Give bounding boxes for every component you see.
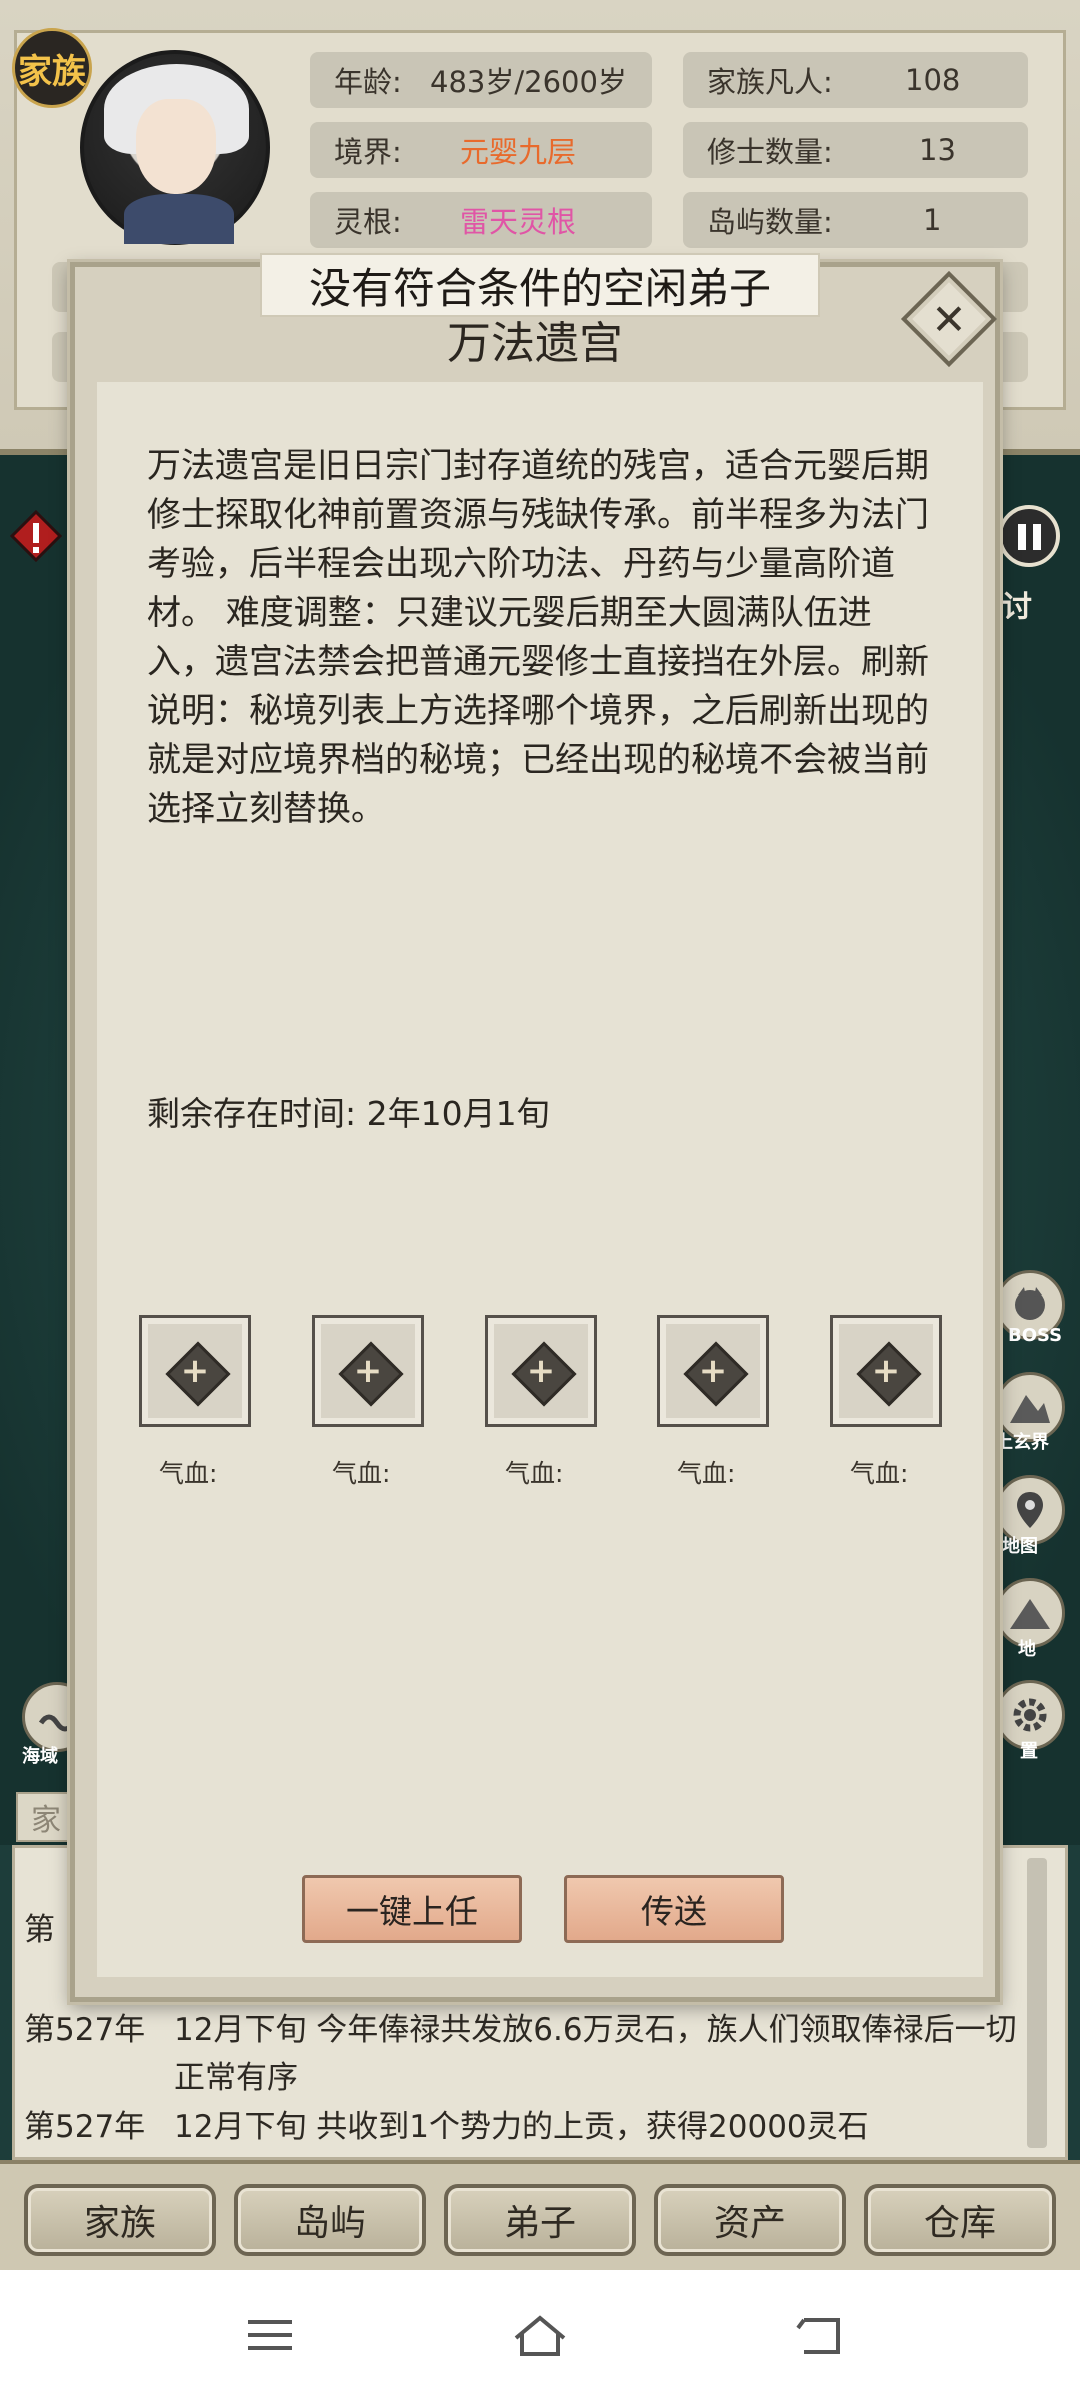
bottom-nav: 家族 岛屿 弟子 资产 仓库: [0, 2160, 1080, 2270]
mountain-icon: [1010, 1395, 1050, 1423]
nav-islands-button[interactable]: 岛屿: [234, 2184, 426, 2256]
mortals-label: 家族凡人:: [707, 65, 833, 99]
side-label-land: 地: [1018, 1639, 1036, 1660]
slot-hp-label: 气血:: [505, 1459, 564, 1488]
home-icon[interactable]: [510, 2310, 570, 2360]
teleport-button[interactable]: 传送: [564, 1875, 784, 1943]
nav-family-button[interactable]: 家族: [24, 2184, 216, 2256]
side-label-settings: 置: [1020, 1741, 1038, 1762]
slot-hp-label: 气血:: [159, 1459, 218, 1488]
disciple-slot[interactable]: +: [312, 1315, 424, 1427]
system-nav-bar: [0, 2270, 1080, 2400]
cultivators-label: 修士数量:: [707, 135, 833, 169]
back-icon[interactable]: [790, 2310, 850, 2360]
nav-warehouse-button[interactable]: 仓库: [864, 2184, 1056, 2256]
age-label: 年龄:: [334, 65, 402, 99]
realm-value: 元婴九层: [460, 135, 577, 169]
gear-icon: [1013, 1698, 1047, 1732]
side-label-sea-text: 海域: [22, 1746, 58, 1767]
clan-badge[interactable]: 家族: [12, 28, 92, 108]
plus-icon: +: [698, 1351, 728, 1391]
disciple-slot[interactable]: +: [830, 1315, 942, 1427]
close-icon: ✕: [931, 294, 967, 344]
realm-description: 万法遗宫是旧日宗门封存道统的残宫，适合元婴后期修士探取化神前置资源与残缺传承。前…: [147, 446, 929, 829]
pause-button[interactable]: [998, 505, 1060, 567]
islands-value: 1: [923, 203, 942, 237]
log-entry-text: 12月下旬 共收到1个势力的上贡，获得20000灵石: [174, 2109, 869, 2145]
log-entry-year: 第527年: [24, 2012, 146, 2048]
avatar-face: [136, 99, 216, 194]
cultivators-value: 13: [919, 133, 956, 167]
slot-hp-label: 气血:: [332, 1459, 391, 1488]
root-label: 灵根:: [334, 205, 402, 239]
map-pin-icon: [1017, 1492, 1043, 1528]
demon-icon: [1015, 1287, 1045, 1320]
realm-stat: 境界: 元婴九层: [310, 122, 652, 178]
secret-realm-modal: 万法遗宫 ✕ 万法遗宫是旧日宗门封存道统的残宫，适合元婴后期修士探取化神前置资源…: [70, 262, 1000, 2002]
root-value: 雷天灵根: [460, 205, 577, 239]
peak-icon: [1010, 1599, 1050, 1629]
warning-icon[interactable]: [8, 508, 64, 564]
menu-icon[interactable]: [240, 2310, 300, 2360]
mortals-stat: 家族凡人: 108: [683, 52, 1028, 108]
assign-all-button[interactable]: 一键上任: [302, 1875, 522, 1943]
remaining-time: 剩余存在时间: 2年10月1旬: [147, 1094, 550, 1133]
log-scrollbar[interactable]: [1027, 1858, 1047, 2148]
log-entry-year: 第527年: [24, 2109, 146, 2145]
modal-body: 万法遗宫是旧日宗门封存道统的残宫，适合元婴后期修士探取化神前置资源与残缺传承。前…: [97, 382, 983, 1977]
age-stat: 年龄: 483岁/2600岁: [310, 52, 652, 108]
plus-icon: +: [526, 1351, 556, 1391]
disciple-slot[interactable]: +: [485, 1315, 597, 1427]
side-label-boss: BOSS: [1008, 1325, 1063, 1346]
islands-stat: 岛屿数量: 1: [683, 192, 1028, 248]
mortals-value: 108: [905, 63, 961, 97]
character-avatar[interactable]: [80, 50, 270, 245]
root-stat: 灵根: 雷天灵根: [310, 192, 652, 248]
plus-icon: +: [180, 1351, 210, 1391]
avatar-robe: [124, 194, 234, 244]
side-label-upper-realm: 上玄界: [995, 1432, 1049, 1453]
toast-message: 没有符合条件的空闲弟子: [260, 253, 820, 317]
age-value: 483岁/2600岁: [430, 65, 627, 99]
islands-label: 岛屿数量:: [707, 205, 833, 239]
side-label-discuss: 讨: [1002, 590, 1032, 625]
nav-assets-button[interactable]: 资产: [654, 2184, 846, 2256]
slot-hp-label: 气血:: [850, 1459, 909, 1488]
realm-label: 境界:: [334, 135, 402, 169]
disciple-slot[interactable]: +: [139, 1315, 251, 1427]
cultivators-stat: 修士数量: 13: [683, 122, 1028, 178]
side-label-map: 地图: [1002, 1536, 1038, 1557]
plus-icon: +: [353, 1351, 383, 1391]
disciple-slot[interactable]: +: [657, 1315, 769, 1427]
slot-hp-label: 气血:: [677, 1459, 736, 1488]
log-partial-year: 第: [24, 1912, 55, 1948]
log-entry-text: 12月下旬 今年俸禄共发放6.6万灵石，族人们领取俸禄后一切正常有序: [174, 2012, 1017, 2096]
plus-icon: +: [871, 1351, 901, 1391]
nav-disciples-button[interactable]: 弟子: [444, 2184, 636, 2256]
family-tab-partial[interactable]: 家: [16, 1792, 76, 1842]
